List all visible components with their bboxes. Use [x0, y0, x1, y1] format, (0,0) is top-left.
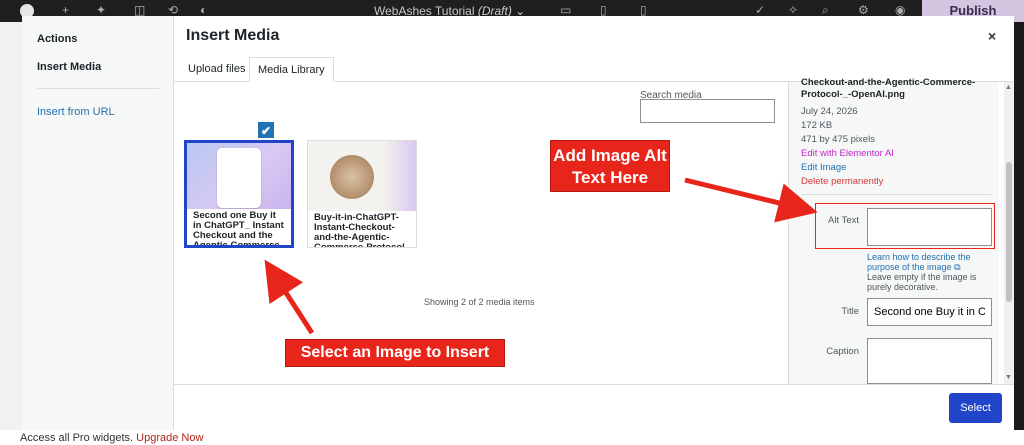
selected-checkmark-icon[interactable]: ✔ [257, 121, 275, 139]
alt-text-highlight [815, 203, 995, 249]
alt-text-help: Learn how to describe the purpose of the… [867, 252, 992, 292]
attachment-date: July 24, 2026 [801, 106, 858, 117]
title-field[interactable] [867, 298, 992, 326]
external-link-icon: ⧉ [951, 262, 961, 272]
select-button[interactable]: Select [949, 393, 1002, 423]
media-menu: Actions Insert Media Insert from URL [22, 16, 174, 430]
mobile-view-icon[interactable]: ▯ [640, 3, 647, 17]
select-image-annotation: Select an Image to Insert [285, 339, 505, 367]
media-item-caption: Buy-it-in-ChatGPT-Instant-Checkout-and-t… [308, 211, 416, 247]
attachment-size: 172 KB [801, 120, 833, 131]
media-thumbnail-image [308, 141, 416, 213]
media-count-text: Showing 2 of 2 media items [424, 297, 535, 307]
details-scrollbar[interactable]: ▲ ▼ [1004, 82, 1014, 385]
scroll-down-icon[interactable]: ▼ [1005, 374, 1012, 381]
promo-text: Access all Pro widgets. [20, 432, 134, 444]
modal-footer: Select [174, 384, 1014, 430]
media-item-caption: Second one Buy it in ChatGPT_ Instant Ch… [187, 209, 291, 245]
preview-icon[interactable]: ◉ [895, 3, 905, 17]
modal-title: Insert Media [186, 27, 280, 44]
caption-label: Caption [826, 346, 859, 357]
checklist-icon[interactable]: ✓ [755, 3, 765, 17]
menu-item-insert-from-url[interactable]: Insert from URL [37, 106, 115, 118]
upgrade-link[interactable]: Upgrade Now [136, 432, 203, 444]
menu-item-insert-media[interactable]: Insert Media [37, 61, 101, 73]
media-item-selected[interactable]: Second one Buy it in ChatGPT_ Instant Ch… [184, 140, 294, 248]
notifications-icon[interactable]: ✧ [788, 3, 798, 17]
attachment-dimensions: 471 by 475 pixels [801, 134, 875, 145]
scrollbar-thumb[interactable] [1006, 162, 1012, 302]
tablet-view-icon[interactable]: ▯ [600, 3, 607, 17]
tab-upload-files[interactable]: Upload files [180, 57, 253, 82]
media-item[interactable]: Buy-it-in-ChatGPT-Instant-Checkout-and-t… [307, 140, 417, 248]
editor-bottom-bar: Access all Pro widgets. Upgrade Now [0, 430, 1024, 445]
alt-help-text: Leave empty if the image is purely decor… [867, 272, 977, 292]
editor-left-panel [0, 22, 22, 430]
edit-image-link[interactable]: Edit Image [801, 162, 846, 173]
add-icon[interactable]: + [62, 3, 69, 17]
search-input[interactable] [640, 99, 775, 123]
tab-media-library[interactable]: Media Library [249, 57, 334, 82]
scroll-up-icon[interactable]: ▲ [1005, 84, 1012, 91]
details-divider [801, 194, 991, 195]
alt-text-annotation: Add Image Alt Text Here [550, 140, 670, 192]
attachment-filename: Checkout-and-the-Agentic-Commerce-Protoc… [801, 77, 976, 100]
caption-field[interactable] [867, 338, 992, 384]
delete-permanently-link[interactable]: Delete permanently [801, 176, 883, 187]
structure-icon[interactable]: ◫ [134, 3, 145, 17]
theme-icon[interactable]: ◐ [200, 3, 207, 17]
pro-promo: Access all Pro widgets. Upgrade Now [20, 432, 203, 444]
menu-heading: Actions [37, 33, 78, 45]
menu-divider [37, 88, 159, 89]
media-thumbnail-image [187, 143, 291, 213]
edit-with-ai-link[interactable]: Edit with Elementor AI [801, 148, 894, 159]
ai-sparkle-icon[interactable]: ✦ [96, 3, 106, 17]
close-icon[interactable]: × [988, 28, 996, 44]
title-label: Title [841, 306, 859, 317]
settings-icon[interactable]: ⚙ [858, 3, 869, 17]
history-icon[interactable]: ⟲ [168, 3, 178, 17]
desktop-view-icon[interactable]: ▭ [560, 3, 571, 17]
